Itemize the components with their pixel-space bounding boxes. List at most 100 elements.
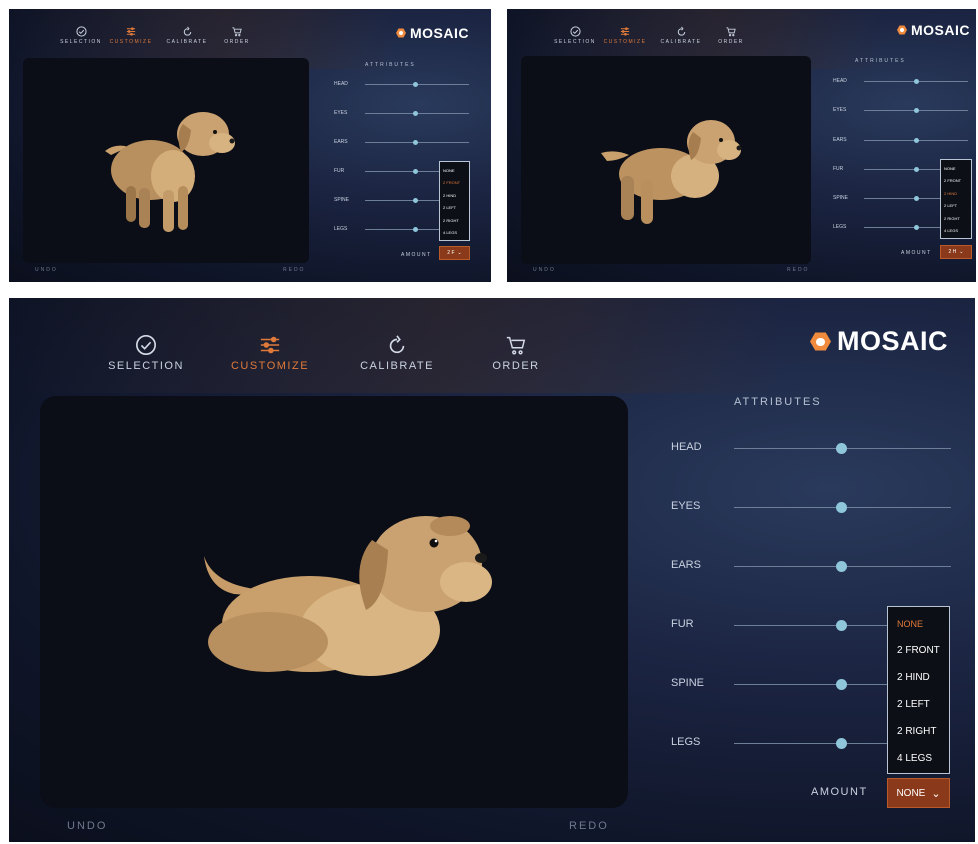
attr-label-fur: FUR xyxy=(334,168,345,174)
nav-label: ORDER xyxy=(492,360,540,372)
nav-label: SELECTION xyxy=(554,39,596,45)
mosaic-logo[interactable]: MOSAIC xyxy=(810,326,948,357)
undo-button[interactable]: UNDO xyxy=(533,267,556,273)
option-none[interactable]: NONE xyxy=(443,164,466,177)
undo-button[interactable]: UNDO xyxy=(67,820,107,832)
slider-knob[interactable] xyxy=(836,620,847,631)
slider-track[interactable] xyxy=(734,684,887,685)
slider-track[interactable] xyxy=(864,227,940,228)
nav-selection[interactable]: SELECTION xyxy=(104,330,188,372)
slider-knob[interactable] xyxy=(413,169,418,174)
amount-label: AMOUNT xyxy=(811,786,868,798)
redo-button[interactable]: REDO xyxy=(569,820,609,832)
check-circle-icon xyxy=(75,23,87,39)
option-none[interactable]: NONE xyxy=(897,610,940,637)
3d-viewport[interactable] xyxy=(23,58,309,263)
option-4-legs[interactable]: 4 LEGS xyxy=(944,225,968,238)
sliders-icon xyxy=(258,330,282,360)
nav-customize[interactable]: CUSTOMIZE xyxy=(103,23,159,45)
slider-knob[interactable] xyxy=(413,140,418,145)
slider-track[interactable] xyxy=(365,200,439,201)
amount-dropdown-list[interactable]: NONE 2 FRONT 2 HIND 2 LEFT 2 RIGHT 4 LEG… xyxy=(887,606,950,774)
slider-track[interactable] xyxy=(365,171,439,172)
attr-label-head: HEAD xyxy=(334,81,348,87)
option-2-right[interactable]: 2 RIGHT xyxy=(443,214,466,227)
slider-knob[interactable] xyxy=(914,108,919,113)
nav-label: CUSTOMIZE xyxy=(230,360,310,372)
nav-label: ORDER xyxy=(718,39,744,45)
slider-knob[interactable] xyxy=(836,679,847,690)
nav-order[interactable]: ORDER xyxy=(215,23,259,45)
option-2-front[interactable]: 2 FRONT xyxy=(897,637,940,664)
slider-knob[interactable] xyxy=(836,738,847,749)
nav-customize[interactable]: CUSTOMIZE xyxy=(210,330,330,372)
mosaic-logo[interactable]: MOSAIC xyxy=(396,25,469,41)
slider-knob[interactable] xyxy=(914,225,919,230)
option-2-front[interactable]: 2 FRONT xyxy=(443,177,466,190)
brand-name: MOSAIC xyxy=(837,326,948,356)
option-4-legs[interactable]: 4 LEGS xyxy=(443,227,466,240)
slider-knob[interactable] xyxy=(413,82,418,87)
slider-knob[interactable] xyxy=(914,138,919,143)
slider-track[interactable] xyxy=(734,625,887,626)
3d-viewport[interactable] xyxy=(40,396,628,808)
option-2-right[interactable]: 2 RIGHT xyxy=(897,718,940,745)
amount-select[interactable]: NONE ⌄ xyxy=(887,778,950,808)
slider-knob[interactable] xyxy=(413,227,418,232)
option-4-legs[interactable]: 4 LEGS xyxy=(897,745,940,772)
undo-button[interactable]: UNDO xyxy=(35,267,58,273)
slider-knob[interactable] xyxy=(413,198,418,203)
slider-knob[interactable] xyxy=(836,443,847,454)
option-2-front[interactable]: 2 FRONT xyxy=(944,175,968,188)
nav-calibrate[interactable]: CALIBRATE xyxy=(342,330,452,372)
redo-button[interactable]: REDO xyxy=(787,267,809,273)
nav-calibrate[interactable]: CALIBRATE xyxy=(653,23,709,45)
nav-calibrate[interactable]: CALIBRATE xyxy=(159,23,215,45)
slider-track[interactable] xyxy=(734,743,887,744)
slider-knob[interactable] xyxy=(413,111,418,116)
refresh-icon xyxy=(386,330,408,360)
amount-dropdown-list[interactable]: NONE 2 FRONT 2 HIND 2 LEFT 2 RIGHT 4 LEG… xyxy=(439,161,470,241)
redo-button[interactable]: REDO xyxy=(283,267,305,273)
option-2-left[interactable]: 2 LEFT xyxy=(443,202,466,215)
slider-knob[interactable] xyxy=(836,502,847,513)
dog-model-lying[interactable] xyxy=(40,396,628,808)
3d-viewport[interactable] xyxy=(521,56,811,264)
mosaic-logo[interactable]: MOSAIC xyxy=(897,22,970,38)
nav-label: CUSTOMIZE xyxy=(109,39,153,45)
option-2-left[interactable]: 2 LEFT xyxy=(944,200,968,213)
option-2-hind[interactable]: 2 HIND xyxy=(944,187,968,200)
slider-knob[interactable] xyxy=(836,561,847,572)
nav-label: ORDER xyxy=(224,39,250,45)
nav-order[interactable]: ORDER xyxy=(474,330,558,372)
amount-select[interactable]: 2 H ⌄ xyxy=(940,245,972,259)
nav-selection[interactable]: SELECTION xyxy=(59,23,103,45)
check-circle-icon xyxy=(135,330,157,360)
slider-knob[interactable] xyxy=(914,79,919,84)
slider-track[interactable] xyxy=(864,169,940,170)
sliders-icon xyxy=(619,23,631,39)
amount-dropdown-list[interactable]: NONE 2 FRONT 2 HIND 2 LEFT 2 RIGHT 4 LEG… xyxy=(940,159,972,239)
slider-track[interactable] xyxy=(864,198,940,199)
slider-track[interactable] xyxy=(365,229,439,230)
nav-selection[interactable]: SELECTION xyxy=(553,23,597,45)
amount-select[interactable]: 2 F ⌄ xyxy=(439,246,470,260)
slider-knob[interactable] xyxy=(914,167,919,172)
attributes-title: ATTRIBUTES xyxy=(734,396,822,408)
dog-model-standing[interactable] xyxy=(23,58,309,263)
hexagon-logo-icon xyxy=(396,28,406,38)
option-2-left[interactable]: 2 LEFT xyxy=(897,691,940,718)
amount-select-value: 2 H xyxy=(948,249,957,255)
option-2-hind[interactable]: 2 HIND xyxy=(897,664,940,691)
dog-model-hind[interactable] xyxy=(521,56,811,264)
amount-select-value: NONE xyxy=(896,787,926,799)
option-none[interactable]: NONE xyxy=(944,162,968,175)
option-2-hind[interactable]: 2 HIND xyxy=(443,189,466,202)
slider-knob[interactable] xyxy=(914,196,919,201)
nav-order[interactable]: ORDER xyxy=(709,23,753,45)
attr-label-legs: LEGS xyxy=(833,224,847,230)
nav-customize[interactable]: CUSTOMIZE xyxy=(597,23,653,45)
attr-label-fur: FUR xyxy=(833,166,844,172)
option-2-right[interactable]: 2 RIGHT xyxy=(944,212,968,225)
cart-icon xyxy=(231,23,243,39)
